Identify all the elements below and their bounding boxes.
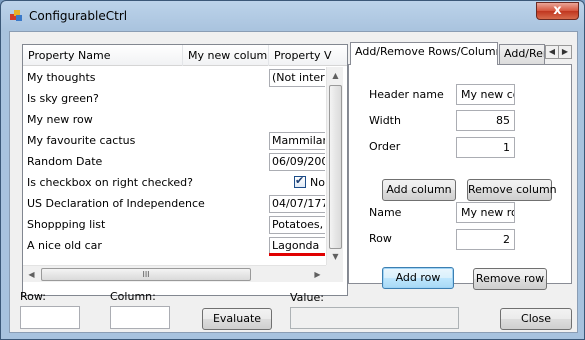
grid-row[interactable]: A nice old car Lagonda <box>23 235 325 256</box>
row-name: My thoughts <box>27 71 96 84</box>
tab-control: Add/Remove Rows/Columns Add/Ren ◀ ▶ Head… <box>348 42 572 290</box>
row-input[interactable] <box>20 306 80 329</box>
header-name-label: Header name <box>369 88 444 101</box>
row-value-field[interactable]: Mammilaria <box>269 132 325 150</box>
row-date-field[interactable]: 06/09/2007 <box>269 153 325 171</box>
grid-row[interactable]: Random Date 06/09/2007 <box>23 151 325 172</box>
order-input[interactable]: 1 <box>456 137 515 158</box>
grid-row[interactable]: Is checkbox on right checked? No. <box>23 172 325 193</box>
add-column-button[interactable]: Add column <box>382 179 456 201</box>
row-name: My favourite cactus <box>27 134 136 147</box>
row-name: My new row <box>27 113 93 126</box>
window-title: ConfigurableCtrl <box>29 9 128 23</box>
configurable-ctrl-window: ConfigurableCtrl x Property Name My new … <box>0 0 585 340</box>
column-label: Column: <box>110 290 156 303</box>
tab-add-remove-rows-columns[interactable]: Add/Remove Rows/Columns <box>350 42 498 65</box>
row-name-label: Name <box>369 206 402 219</box>
value-label: Value: <box>290 291 324 304</box>
row-label: Row: <box>20 290 46 303</box>
scrollbar-corner <box>326 265 343 282</box>
row-name: A nice old car <box>27 239 102 252</box>
client-area: Property Name My new column Property V M… <box>9 31 578 333</box>
grid-row[interactable]: My thoughts (Not interes <box>23 67 325 88</box>
row-index-input[interactable]: 2 <box>456 229 515 250</box>
width-label: Width <box>369 114 401 127</box>
width-input[interactable]: 85 <box>456 110 515 131</box>
row-name: Is checkbox on right checked? <box>27 176 193 189</box>
tab-add-rename[interactable]: Add/Ren <box>499 44 545 64</box>
red-underline <box>269 253 325 256</box>
tab-scroll-right-icon[interactable]: ▶ <box>558 45 572 59</box>
grid-body: My thoughts (Not interes Is sky green? M… <box>23 67 325 265</box>
close-button[interactable]: Close <box>500 308 572 330</box>
vertical-scroll-thumb[interactable] <box>329 85 342 249</box>
row-name: US Declaration of Independence <box>27 197 205 210</box>
row-value-field[interactable]: Potatoes, c <box>269 216 325 234</box>
horizontal-scrollbar[interactable]: ◀ III ▶ <box>23 265 326 282</box>
horizontal-scroll-thumb[interactable]: III <box>41 268 251 281</box>
scroll-down-icon[interactable]: ▼ <box>327 248 344 265</box>
value-output <box>290 307 459 329</box>
scroll-right-icon[interactable]: ▶ <box>309 266 326 283</box>
row-checkbox[interactable] <box>294 174 306 188</box>
row-name: Random Date <box>27 155 103 168</box>
row-value-field[interactable]: (Not interes <box>269 69 325 87</box>
checkbox-label: No. <box>310 176 325 189</box>
row-date-field[interactable]: 04/07/1776 <box>269 195 325 213</box>
evaluate-button[interactable]: Evaluate <box>202 308 272 330</box>
column-input[interactable] <box>110 306 170 329</box>
column-header-property-value[interactable]: Property V <box>269 45 347 66</box>
row-name: Shoppping list <box>27 218 106 231</box>
order-label: Order <box>369 140 401 153</box>
row-name-input[interactable]: My new rov <box>456 202 515 223</box>
row-index-label: Row <box>369 232 392 245</box>
window-close-button[interactable]: x <box>536 2 579 20</box>
scroll-up-icon[interactable]: ▲ <box>327 67 344 84</box>
grid-row[interactable]: US Declaration of Independence 04/07/177… <box>23 193 325 214</box>
remove-row-button[interactable]: Remove row <box>473 268 547 290</box>
scroll-left-icon[interactable]: ◀ <box>23 266 40 283</box>
add-row-button[interactable]: Add row <box>382 267 454 289</box>
grid-header: Property Name My new column Property V <box>23 45 347 66</box>
row-name: Is sky green? <box>27 92 99 105</box>
app-icon <box>10 10 22 21</box>
grid-row[interactable]: My favourite cactus Mammilaria <box>23 130 325 151</box>
property-grid[interactable]: Property Name My new column Property V M… <box>22 44 348 296</box>
tab-scroll-left-icon[interactable]: ◀ <box>545 45 559 59</box>
title-bar[interactable]: ConfigurableCtrl x <box>1 1 584 29</box>
vertical-scrollbar[interactable]: ▲ ▼ <box>326 67 343 265</box>
column-header-my-new-column[interactable]: My new column <box>183 45 269 66</box>
grid-row[interactable]: Shoppping list Potatoes, c <box>23 214 325 235</box>
grid-row[interactable]: My new row <box>23 109 325 130</box>
grid-row[interactable]: Is sky green? <box>23 88 325 109</box>
column-header-property-name[interactable]: Property Name <box>23 45 183 66</box>
remove-column-button[interactable]: Remove column <box>467 179 557 201</box>
tab-panel: Header name My new co Width 85 Order 1 A… <box>348 64 572 290</box>
header-name-input[interactable]: My new co <box>456 84 515 105</box>
